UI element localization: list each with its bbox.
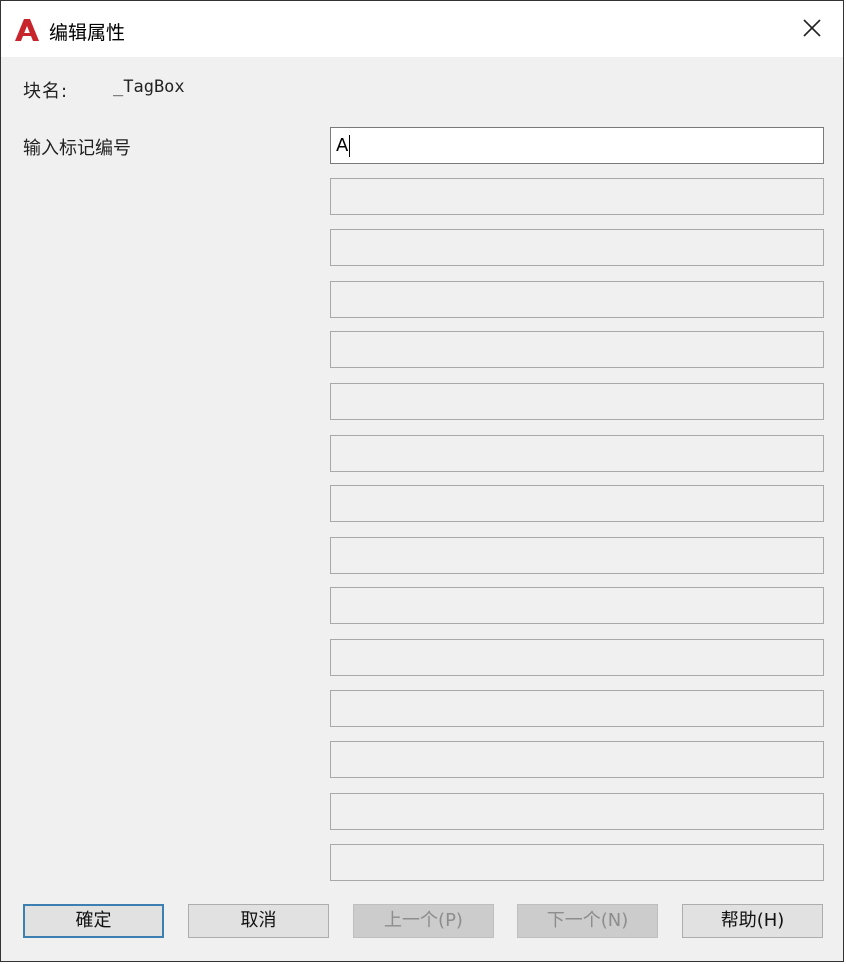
dialog-title: 编辑属性: [49, 22, 126, 44]
attribute-input-value: A: [336, 135, 349, 156]
empty-attribute-field: [330, 485, 824, 522]
autocad-icon: [15, 19, 39, 41]
text-caret: [349, 135, 350, 157]
empty-attribute-field: [330, 690, 824, 727]
empty-attribute-field: [330, 178, 824, 215]
empty-attribute-field: [330, 229, 824, 266]
block-name-value: _TagBox: [113, 77, 185, 97]
attribute-input[interactable]: A: [330, 127, 824, 164]
empty-attribute-field: [330, 281, 824, 318]
title-bar: 编辑属性: [1, 1, 843, 57]
help-button[interactable]: 帮助(H): [682, 904, 823, 938]
empty-attribute-field: [330, 587, 824, 624]
next-button: 下一个(N): [517, 904, 658, 938]
previous-button: 上一个(P): [353, 904, 494, 938]
empty-attribute-field: [330, 793, 824, 830]
empty-attribute-field: [330, 639, 824, 676]
ok-button[interactable]: 確定: [23, 904, 164, 938]
empty-attribute-field: [330, 537, 824, 574]
empty-attribute-field: [330, 331, 824, 368]
block-name-label: 块名:: [23, 81, 69, 102]
empty-attribute-field: [330, 741, 824, 778]
empty-attribute-field: [330, 844, 824, 881]
attribute-prompt-label: 输入标记编号: [23, 138, 131, 159]
edit-attributes-dialog: 编辑属性 块名: _TagBox 输入标记编号 A 確定 取消 上一个(P) 下…: [0, 0, 844, 962]
empty-attribute-field: [330, 435, 824, 472]
empty-attribute-field: [330, 383, 824, 420]
close-icon[interactable]: [799, 15, 825, 41]
cancel-button[interactable]: 取消: [188, 904, 329, 938]
